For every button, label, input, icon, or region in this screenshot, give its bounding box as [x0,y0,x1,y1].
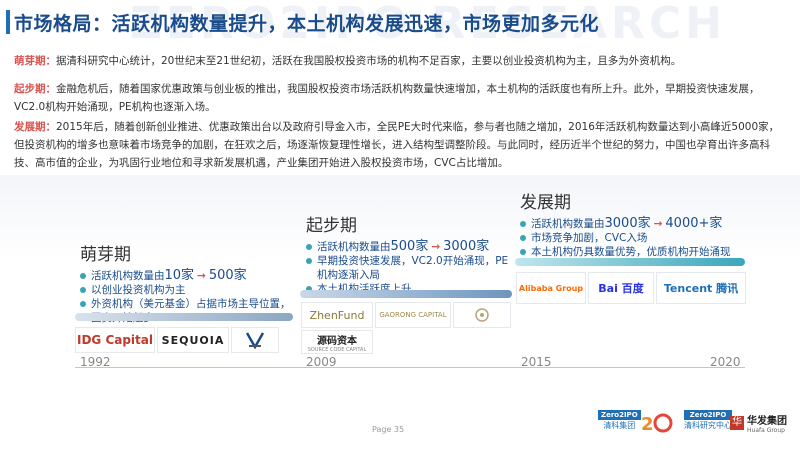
stage-point: 本土机构仍具数量优势，优质机构开始涌现 [520,245,731,259]
bullet-icon [80,301,86,307]
paragraph-lead: 发展期： [14,121,56,133]
stage-point: 早期投资快速发展，VC2.0开始涌现，PE [306,254,508,268]
paragraph-lead: 起步期： [14,83,56,95]
page-title: 市场格局：活跃机构数量提升，本土机构发展迅速，市场更加多元化 [14,13,600,35]
arrow-right-icon: → [653,218,663,230]
year-label: 2020 [710,355,741,369]
stage-point-continued: 机构逐渐入局 [317,269,380,281]
bullet-icon [520,221,526,227]
zero2ipo-group-logo: Zero2IPO 清科集团 [598,410,641,431]
title-accent-bar [6,10,10,34]
tencent-logo: Tencent 腾讯 [656,272,746,304]
arrow-right-icon: → [197,270,206,282]
stage-point: 活跃机构数量由3000家 → 4000+家 [520,217,731,231]
timeline-axis [75,367,745,368]
yuanma-capital-logo: 源码资本 SOURCE CODE CAPITAL [301,330,373,354]
bullet-icon [520,249,526,255]
paragraph-text: 据清科研究中心统计，20世纪末至21世纪初，活跃在我国股权投资市场的机构不足百家… [56,55,682,67]
paragraph-text: 金融危机后，随着国家优惠政策与创业板的推出，我国股权投资市场活跃机构数量快速增加… [14,83,760,113]
stage-start: 起步期 活跃机构数量由500家 → 3000家 早期投资快速发展，VC2.0开始涌现… [306,211,508,296]
gaorong-capital-logo: GAORONG CAPITAL [375,302,451,328]
year-label: 2009 [306,355,337,369]
idg-capital-logo: IDG Capital [75,327,155,353]
arrow-right-icon: → [431,241,441,253]
year-label: 2015 [521,355,552,369]
paragraph-text: 2015年后，随着创新创业推进、优惠政策出台以及政府引导金入市，全民PE大时代来… [14,121,780,169]
svg-text:2: 2 [641,414,654,435]
stage-title: 起步期 [306,216,357,236]
year-label: 1992 [80,355,111,369]
bullet-icon [80,273,86,279]
stage-point: 市场竞争加剧，CVC入场 [520,231,731,245]
paragraph-growth-stage: 发展期：2015年后，随着创新创业推进、优惠政策出台以及政府引导金入市，全民PE… [14,118,784,172]
anniversary-logo: 2 [640,410,674,438]
huafa-icon: 华 [730,416,744,430]
header: ZERO2IPO RESEARCH 市场格局：活跃机构数量提升，本土机构发展迅速… [0,0,800,49]
paragraph-lead: 萌芽期： [14,55,56,67]
bullet-icon [80,287,86,293]
stage-bar-growth [515,258,745,266]
huafa-group-logo: 华 华发集团 Huafa Group [730,416,787,434]
zero2ipo-research-logo: Zero2IPO 清科研究中心 [684,410,732,430]
stage-point: 活跃机构数量由10家 → 500家 [80,269,291,283]
alibaba-group-logo: Alibaba Group [516,272,586,304]
stage-point: 外资机构（美元基金）占据市场主导位置， [80,297,291,311]
fund-emblem-logo [231,327,279,353]
stage-bar-seed [75,313,293,321]
bullet-icon [520,235,526,241]
zhenfund-logo: ZhenFund [301,302,373,328]
page-number: Page 35 [372,425,405,434]
stage-point: 以创业投资机构为主 [80,283,291,297]
stage-bar-start [300,290,512,298]
bullet-icon [306,244,312,250]
paragraph-start-stage: 起步期：金融危机后，随着国家优惠政策与创业板的推出，我国股权投资市场活跃机构数量… [14,80,784,116]
stage-growth: 发展期 活跃机构数量由3000家 → 4000+家 市场竞争加剧，CVC入场 本土机… [520,188,731,259]
stage-point: 活跃机构数量由500家 → 3000家 [306,240,508,254]
sequoia-logo: SEQUOIA [157,327,229,353]
bullet-icon [306,258,312,264]
stage-title: 萌芽期 [80,245,131,265]
fund-emblem-logo [453,302,511,328]
paragraph-seed-stage: 萌芽期：据清科研究中心统计，20世纪末至21世纪初，活跃在我国股权投资市场的机构… [14,52,784,70]
stage-title: 发展期 [520,193,571,213]
baidu-logo: Bai 百度 [588,272,654,304]
